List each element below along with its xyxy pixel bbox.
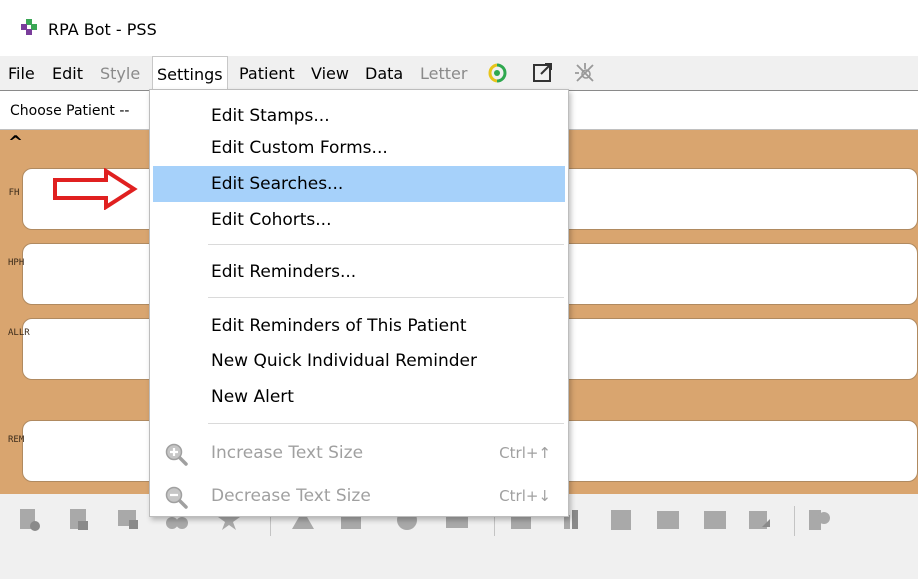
menu-item-label: Decrease Text Size [211, 486, 371, 506]
toolbar-separator [794, 506, 795, 536]
side-label-allr: ALLR [8, 328, 30, 338]
side-label-fh: FH [8, 188, 20, 198]
menu-item-edit-reminders-of-patient[interactable]: Edit Reminders of This Patient [153, 308, 565, 344]
satellite-icon[interactable] [572, 60, 598, 86]
settings-dropdown-menu: Edit Stamps... Edit Custom Forms... Edit… [149, 89, 569, 517]
document-icon[interactable] [16, 507, 42, 533]
menu-view[interactable]: View [311, 64, 349, 83]
window-title: RPA Bot - PSS [48, 20, 157, 39]
menu-item-decrease-text-size[interactable]: Decrease Text Size Ctrl+↓ [153, 478, 565, 514]
edit-doc-icon[interactable] [746, 507, 772, 533]
menu-item-label: Edit Stamps... [211, 106, 330, 126]
menu-item-edit-cohorts[interactable]: Edit Cohorts... [153, 202, 565, 238]
menu-item-increase-text-size[interactable]: Increase Text Size Ctrl+↑ [153, 435, 565, 471]
zoom-out-icon [165, 486, 188, 509]
menu-item-new-alert[interactable]: New Alert [153, 379, 565, 415]
menu-item-edit-reminders[interactable]: Edit Reminders... [153, 254, 565, 290]
menu-item-label: Increase Text Size [211, 443, 364, 463]
menu-item-shortcut: Ctrl+↓ [499, 487, 551, 505]
zoom-in-icon [165, 443, 188, 466]
external-window-icon[interactable] [530, 60, 556, 86]
menu-item-edit-stamps[interactable]: Edit Stamps... [153, 98, 565, 134]
menu-separator [208, 297, 564, 298]
menu-item-label: Edit Reminders... [211, 262, 357, 282]
side-label-rem: REM [8, 435, 25, 445]
side-label-hph: HPH [8, 258, 25, 268]
grid-icon[interactable] [608, 507, 634, 533]
menu-item-label: Edit Reminders of This Patient [211, 316, 467, 336]
menu-patient[interactable]: Patient [239, 64, 295, 83]
menu-file[interactable]: File [8, 64, 35, 83]
menu-item-edit-searches[interactable]: Edit Searches... [153, 166, 565, 202]
menu-style[interactable]: Style [100, 64, 140, 83]
menu-letter[interactable]: Letter [420, 64, 467, 83]
menu-item-label: Edit Cohorts... [211, 210, 332, 230]
page-icon[interactable] [66, 507, 92, 533]
menu-bar: File Edit Style Settings Patient View Da… [0, 56, 918, 90]
menu-edit[interactable]: Edit [52, 64, 83, 83]
chat-search-icon[interactable] [806, 507, 832, 533]
menu-settings[interactable]: Settings [152, 56, 228, 90]
title-bar: RPA Bot - PSS [0, 0, 918, 56]
image-icon[interactable] [655, 507, 681, 533]
menu-item-shortcut: Ctrl+↑ [499, 444, 551, 462]
clover-icon [21, 19, 37, 35]
menu-item-label: Edit Searches... [211, 174, 344, 194]
menu-separator [208, 244, 564, 245]
menu-item-new-quick-reminder[interactable]: New Quick Individual Reminder [153, 343, 565, 379]
menu-item-label: New Alert [211, 387, 294, 407]
signal-icon[interactable] [484, 60, 510, 86]
red-arrow-icon [53, 168, 138, 210]
menu-data[interactable]: Data [365, 64, 403, 83]
collapse-chevron-icon[interactable]: ^ [8, 134, 23, 152]
menu-separator [208, 423, 564, 424]
menu-item-label: Edit Custom Forms... [211, 138, 388, 158]
choose-patient-select[interactable]: Choose Patient -- [10, 103, 129, 119]
note-icon[interactable] [115, 507, 141, 533]
menu-item-label: New Quick Individual Reminder [211, 351, 477, 371]
photo-icon[interactable] [702, 507, 728, 533]
menu-item-edit-custom-forms[interactable]: Edit Custom Forms... [153, 130, 565, 166]
